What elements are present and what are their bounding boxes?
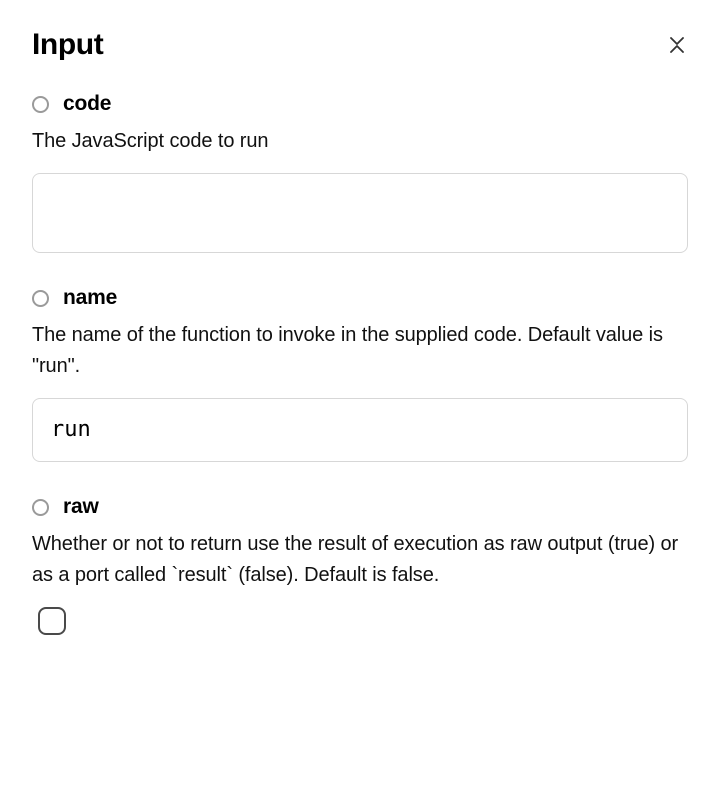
field-description-code: The JavaScript code to run bbox=[32, 126, 688, 157]
raw-checkbox[interactable] bbox=[38, 607, 66, 635]
code-input[interactable] bbox=[32, 173, 688, 253]
field-label-code: code bbox=[63, 92, 111, 116]
field-head: code bbox=[32, 92, 688, 116]
radio-indicator[interactable] bbox=[32, 499, 49, 516]
field-code: code The JavaScript code to run bbox=[32, 92, 688, 258]
field-description-name: The name of the function to invoke in th… bbox=[32, 320, 688, 382]
panel-header: Input bbox=[32, 28, 688, 62]
name-input[interactable] bbox=[32, 398, 688, 462]
field-description-raw: Whether or not to return use the result … bbox=[32, 529, 688, 591]
chevron-down-icon bbox=[670, 37, 684, 45]
field-head: name bbox=[32, 286, 688, 310]
field-raw: raw Whether or not to return use the res… bbox=[32, 495, 688, 635]
field-name: name The name of the function to invoke … bbox=[32, 286, 688, 467]
field-head: raw bbox=[32, 495, 688, 519]
field-label-raw: raw bbox=[63, 495, 99, 519]
radio-indicator[interactable] bbox=[32, 96, 49, 113]
radio-indicator[interactable] bbox=[32, 290, 49, 307]
panel-title: Input bbox=[32, 28, 103, 62]
field-label-name: name bbox=[63, 286, 117, 310]
chevron-up-icon bbox=[670, 45, 684, 53]
expand-collapse-toggle[interactable] bbox=[666, 33, 688, 57]
